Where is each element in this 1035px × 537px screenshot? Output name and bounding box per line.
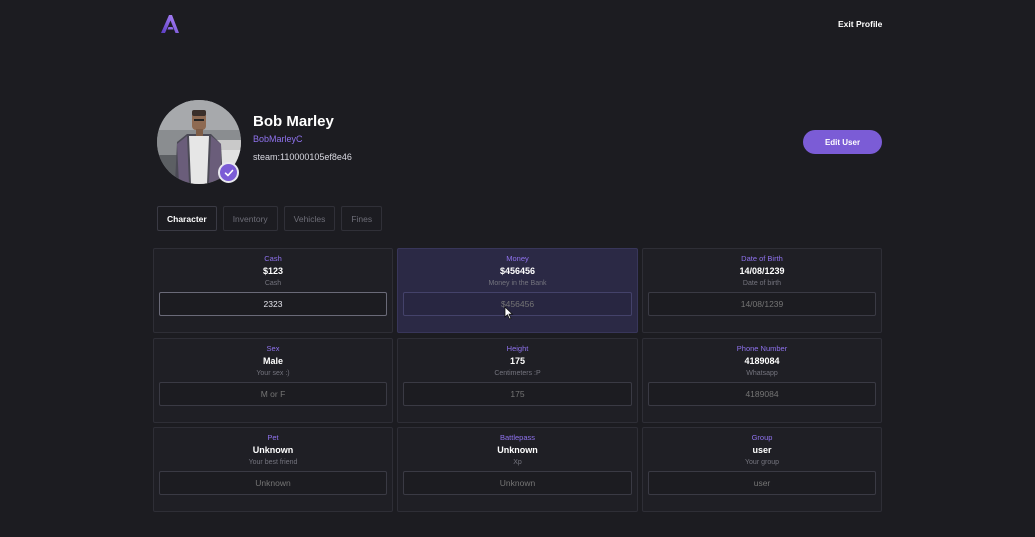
money-input[interactable] xyxy=(403,292,632,316)
card-label: Sex xyxy=(266,343,280,353)
card-label: Group xyxy=(751,433,773,442)
profile-steam-id: steam:110000105ef8e46 xyxy=(253,152,352,162)
card-label: Height xyxy=(506,343,529,353)
card-description: Xp xyxy=(513,459,522,466)
card-battlepass: Battlepass Unknown Xp xyxy=(397,427,638,512)
card-sex: Sex Male Your sex :) xyxy=(153,337,393,423)
card-label: Date of Birth xyxy=(741,254,783,263)
phone-number-input[interactable] xyxy=(648,381,876,406)
card-label: Pet xyxy=(267,433,279,442)
card-group: Group user Your group xyxy=(642,427,882,512)
cash-input[interactable] xyxy=(159,292,387,316)
group-input[interactable] xyxy=(648,471,876,495)
card-label: Battlepass xyxy=(499,433,536,442)
battlepass-input[interactable] xyxy=(403,471,632,495)
card-value: 14/08/1239 xyxy=(739,266,785,276)
tab-character[interactable]: Character xyxy=(157,206,217,231)
card-value: user xyxy=(752,445,772,455)
card-label: Phone Number xyxy=(736,343,788,353)
check-icon xyxy=(224,169,233,176)
card-description: Your group xyxy=(745,459,779,466)
card-description: Money in the Bank xyxy=(488,280,547,287)
card-money: Money $456456 Money in the Bank xyxy=(397,248,638,333)
pet-input[interactable] xyxy=(159,471,387,495)
card-value: Unknown xyxy=(252,445,294,455)
profile-name: Bob Marley xyxy=(253,113,334,130)
card-value: $456456 xyxy=(499,266,536,276)
profile-tabs: Character Inventory Vehicles Fines xyxy=(157,206,383,231)
card-pet: Pet Unknown Your best friend xyxy=(153,427,393,512)
card-label: Money xyxy=(506,254,529,263)
character-fields-grid: Cash $123 Cash Money $456456 Money in th… xyxy=(153,248,882,512)
edit-user-button[interactable]: Edit User xyxy=(803,130,882,154)
card-date-of-birth: Date of Birth 14/08/1239 Date of birth xyxy=(642,248,882,333)
profile-username[interactable]: BobMarleyC xyxy=(253,134,303,144)
card-value: 175 xyxy=(509,355,526,366)
exit-profile-link[interactable]: Exit Profile xyxy=(838,19,882,29)
card-description: Cash xyxy=(264,280,282,287)
tab-fines[interactable]: Fines xyxy=(341,206,383,231)
card-description: Your best friend xyxy=(248,459,298,466)
card-phone-number: Phone Number 4189084 Whatsapp xyxy=(642,337,882,423)
card-value: 4189084 xyxy=(744,355,780,366)
card-description: Centimeters :P xyxy=(494,369,541,377)
tab-inventory[interactable]: Inventory xyxy=(222,206,278,231)
card-value: $123 xyxy=(262,266,284,276)
card-value: Unknown xyxy=(497,445,538,455)
card-description: Whatsapp xyxy=(746,369,778,377)
height-input[interactable] xyxy=(403,381,632,406)
date-of-birth-input[interactable] xyxy=(648,292,876,316)
sex-input[interactable] xyxy=(159,381,387,406)
card-cash: Cash $123 Cash xyxy=(153,248,393,333)
brand-logo-icon[interactable] xyxy=(160,14,180,34)
card-description: Your sex :) xyxy=(256,369,290,377)
card-label: Cash xyxy=(264,254,282,263)
card-description: Date of birth xyxy=(742,280,782,287)
verified-badge xyxy=(218,162,239,183)
card-value: Male xyxy=(262,355,283,366)
tab-vehicles[interactable]: Vehicles xyxy=(283,206,336,231)
card-height: Height 175 Centimeters :P xyxy=(397,337,638,423)
